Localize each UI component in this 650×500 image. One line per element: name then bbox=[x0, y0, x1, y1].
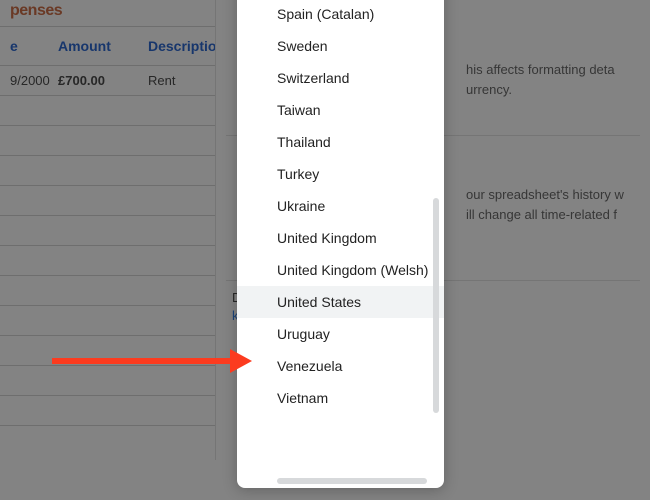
locale-option[interactable]: Venezuela bbox=[237, 350, 444, 382]
locale-option[interactable]: United Kingdom (Welsh) bbox=[237, 254, 444, 286]
locale-option[interactable]: Vietnam bbox=[237, 382, 444, 414]
vertical-scrollbar[interactable] bbox=[433, 198, 439, 413]
locale-option[interactable]: Thailand bbox=[237, 126, 444, 158]
locale-option[interactable]: Uruguay bbox=[237, 318, 444, 350]
locale-option[interactable]: Sweden bbox=[237, 30, 444, 62]
locale-dropdown-list: South KoreaSpainSpain (Catalan)SwedenSwi… bbox=[237, 0, 444, 478]
horizontal-scrollbar[interactable] bbox=[277, 478, 427, 484]
locale-option[interactable]: United Kingdom bbox=[237, 222, 444, 254]
locale-option[interactable]: Turkey bbox=[237, 158, 444, 190]
locale-option[interactable]: Ukraine bbox=[237, 190, 444, 222]
locale-option[interactable]: Taiwan bbox=[237, 94, 444, 126]
locale-option[interactable]: United States bbox=[237, 286, 444, 318]
locale-option[interactable]: Spain (Catalan) bbox=[237, 0, 444, 30]
locale-dropdown-panel[interactable]: South KoreaSpainSpain (Catalan)SwedenSwi… bbox=[237, 0, 444, 488]
locale-option[interactable]: Switzerland bbox=[237, 62, 444, 94]
